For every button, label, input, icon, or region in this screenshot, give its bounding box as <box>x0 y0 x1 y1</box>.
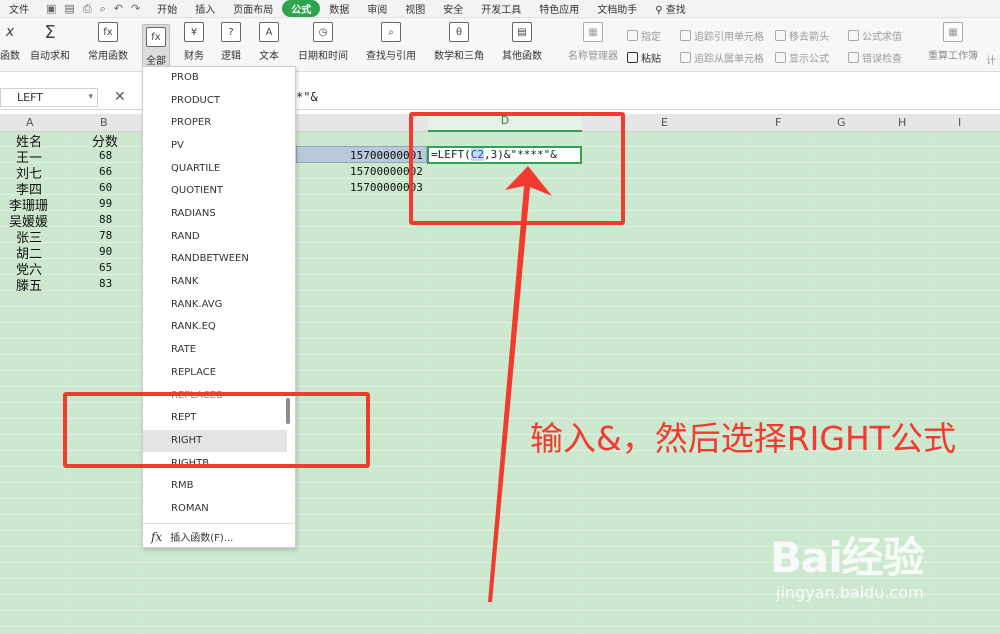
watermark-url: jingyan.baidu.com <box>776 583 924 602</box>
baidu-jingyan-watermark: Bai经验 jingyan.baidu.com <box>770 524 925 602</box>
watermark-brand: Bai经验 <box>770 533 925 582</box>
annotation-text: 输入&，然后选择RIGHT公式 <box>530 419 956 458</box>
arrow-head <box>488 166 552 602</box>
